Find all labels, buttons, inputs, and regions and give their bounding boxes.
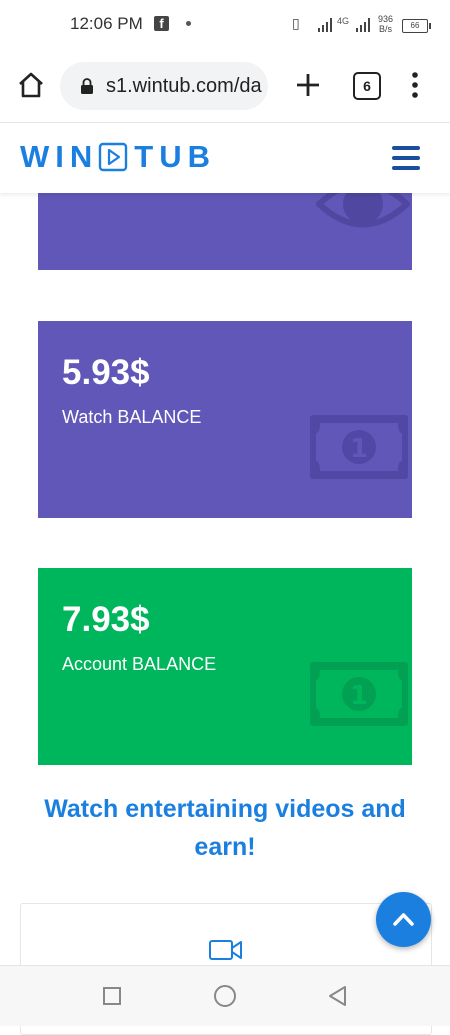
network-speed: 936 B/s [378, 14, 393, 34]
new-tab-plus-icon[interactable] [294, 71, 322, 99]
recent-apps-button[interactable] [103, 987, 121, 1005]
stat-card-partial [38, 193, 412, 270]
section-headline: Watch entertaining videos and earn! [44, 795, 406, 861]
watch-balance-amount: 5.93$ [62, 353, 150, 392]
network-speed-unit: B/s [379, 24, 393, 34]
hamburger-menu-icon[interactable] [392, 146, 420, 172]
account-balance-card: 7.93$ Account BALANCE 1 [38, 568, 412, 765]
account-balance-amount: 7.93$ [62, 600, 150, 639]
svg-text:1: 1 [350, 434, 368, 464]
system-home-button[interactable] [214, 985, 236, 1007]
network-type-label: 4G [337, 16, 350, 26]
network-speed-value: 936 [378, 14, 394, 24]
battery-icon: 66 [402, 19, 431, 33]
status-time: 12:06 PM [70, 14, 143, 33]
lock-icon [81, 78, 93, 94]
scroll-to-top-button[interactable] [376, 892, 431, 947]
eye-icon [316, 193, 410, 228]
video-camera-icon [209, 940, 242, 960]
play-icon [99, 142, 128, 172]
watch-balance-label: Watch BALANCE [62, 407, 202, 427]
status-bar: 12:06 PM f ▯ 4G 936 B/s 66 [0, 0, 450, 50]
home-icon[interactable] [16, 70, 46, 100]
address-bar[interactable]: s1.wintub.com/da [60, 62, 268, 110]
vibrate-icon: ▯ [292, 15, 300, 31]
system-navigation-bar [0, 965, 450, 1026]
notification-dot-icon [186, 21, 191, 26]
browser-toolbar: s1.wintub.com/da 6 [0, 50, 450, 123]
site-header: WIN TUB [0, 123, 450, 193]
chevron-up-icon [393, 913, 414, 926]
facebook-notification-icon: f [154, 16, 169, 31]
money-bill-icon: 1 [310, 662, 408, 726]
money-bill-icon: 1 [310, 415, 408, 479]
wintub-logo[interactable]: WIN TUB [20, 139, 216, 174]
more-menu-icon[interactable] [408, 70, 422, 100]
tab-switcher-button[interactable]: 6 [353, 72, 381, 100]
svg-text:1: 1 [350, 681, 368, 711]
watch-balance-card: 5.93$ Watch BALANCE 1 [38, 321, 412, 518]
signal-strength-icon-2 [352, 14, 374, 32]
logo-text-win: WIN [20, 139, 99, 174]
logo-text-tub: TUB [134, 139, 216, 174]
back-triangle-icon[interactable] [326, 984, 348, 1008]
url-text: s1.wintub.com/da [106, 75, 262, 97]
signal-strength-icon [314, 14, 334, 32]
account-balance-label: Account BALANCE [62, 654, 217, 674]
